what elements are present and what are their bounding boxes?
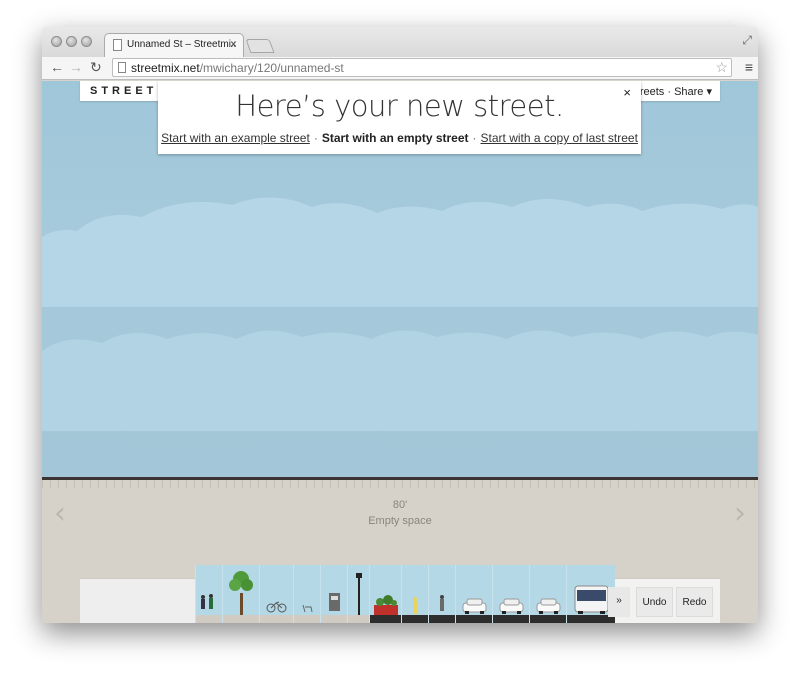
browser-window: Unnamed St – Streetmix × ⤢ ← → ↻ streetm… [42,27,758,623]
welcome-title: Here’s your new street. [235,89,564,123]
palette-item-pedestrian[interactable] [428,565,455,623]
close-icon[interactable]: × [623,85,631,100]
menu-links[interactable]: treets · Share ▾ [637,85,712,98]
tab-title: Unnamed St – Streetmix [127,39,236,50]
redo-button[interactable]: Redo [676,587,713,617]
segment-name-label: Empty space [368,515,432,527]
palette-items [195,565,615,623]
page-icon [113,39,122,51]
welcome-options: Start with an example street · Start with … [158,131,641,145]
minimize-window-button[interactable] [66,36,77,47]
street-width-label: 80' [392,499,408,511]
palette-item-bike-lane[interactable] [401,565,428,623]
street-ruler [42,480,758,488]
palette-item-sidewalk-bike-rack[interactable] [259,565,293,623]
url-text: streetmix.net/mwichary/120/unnamed-st [131,61,344,75]
forward-icon[interactable]: → [69,59,83,75]
separator: · [472,131,477,145]
copy-last-street-link[interactable]: Start with a copy of last street [481,131,638,145]
palette-item-sidewalk-bench[interactable] [293,565,320,623]
palette-more-button[interactable]: » [608,587,630,617]
fullscreen-icon[interactable]: ⤢ [742,33,752,48]
reload-icon[interactable]: ↻ [90,59,102,76]
scroll-right-icon[interactable]: › [734,496,746,531]
scroll-left-icon[interactable]: ‹ [54,496,66,531]
address-bar[interactable]: streetmix.net/mwichary/120/unnamed-st ☆ [112,58,732,77]
palette-item-sidewalk-newspaper[interactable] [320,565,347,623]
page-icon [118,62,126,73]
new-tab-button[interactable] [245,39,275,53]
browser-menu-icon[interactable]: ≡ [745,59,753,75]
clouds-back [42,197,758,307]
palette-item-sidewalk-lamp[interactable] [347,565,369,623]
close-window-button[interactable] [51,36,62,47]
palette-item-sidewalk-people[interactable] [195,565,222,623]
palette-trashcan-area [80,579,196,623]
palette-item-drive-lane[interactable] [455,565,492,623]
palette-item-sidewalk-tree[interactable] [222,565,259,623]
bookmark-star-icon[interactable]: ☆ [715,59,728,76]
separator: · [313,131,318,145]
back-icon[interactable]: ← [50,59,64,75]
tab-close-icon[interactable]: × [230,37,237,51]
zoom-window-button[interactable] [81,36,92,47]
browser-toolbar: ← → ↻ streetmix.net/mwichary/120/unnamed… [42,57,758,80]
page-content: 80' Empty space ‹ › STREETM treets · Sha… [42,81,758,623]
palette-item-parking-lane[interactable] [529,565,566,623]
clouds-front [42,330,758,431]
segment-palette: » Undo Redo [80,565,720,623]
tab-strip: Unnamed St – Streetmix × ⤢ [42,27,758,57]
welcome-dialog: Here’s your new street. × Start with an … [158,81,641,154]
undo-button[interactable]: Undo [636,587,673,617]
palette-item-turn-lane[interactable] [492,565,529,623]
palette-item-parklet[interactable] [369,565,401,623]
empty-street-option[interactable]: Start with an empty street [322,131,469,145]
example-street-link[interactable]: Start with an example street [161,131,310,145]
browser-tab[interactable]: Unnamed St – Streetmix × [104,33,244,57]
